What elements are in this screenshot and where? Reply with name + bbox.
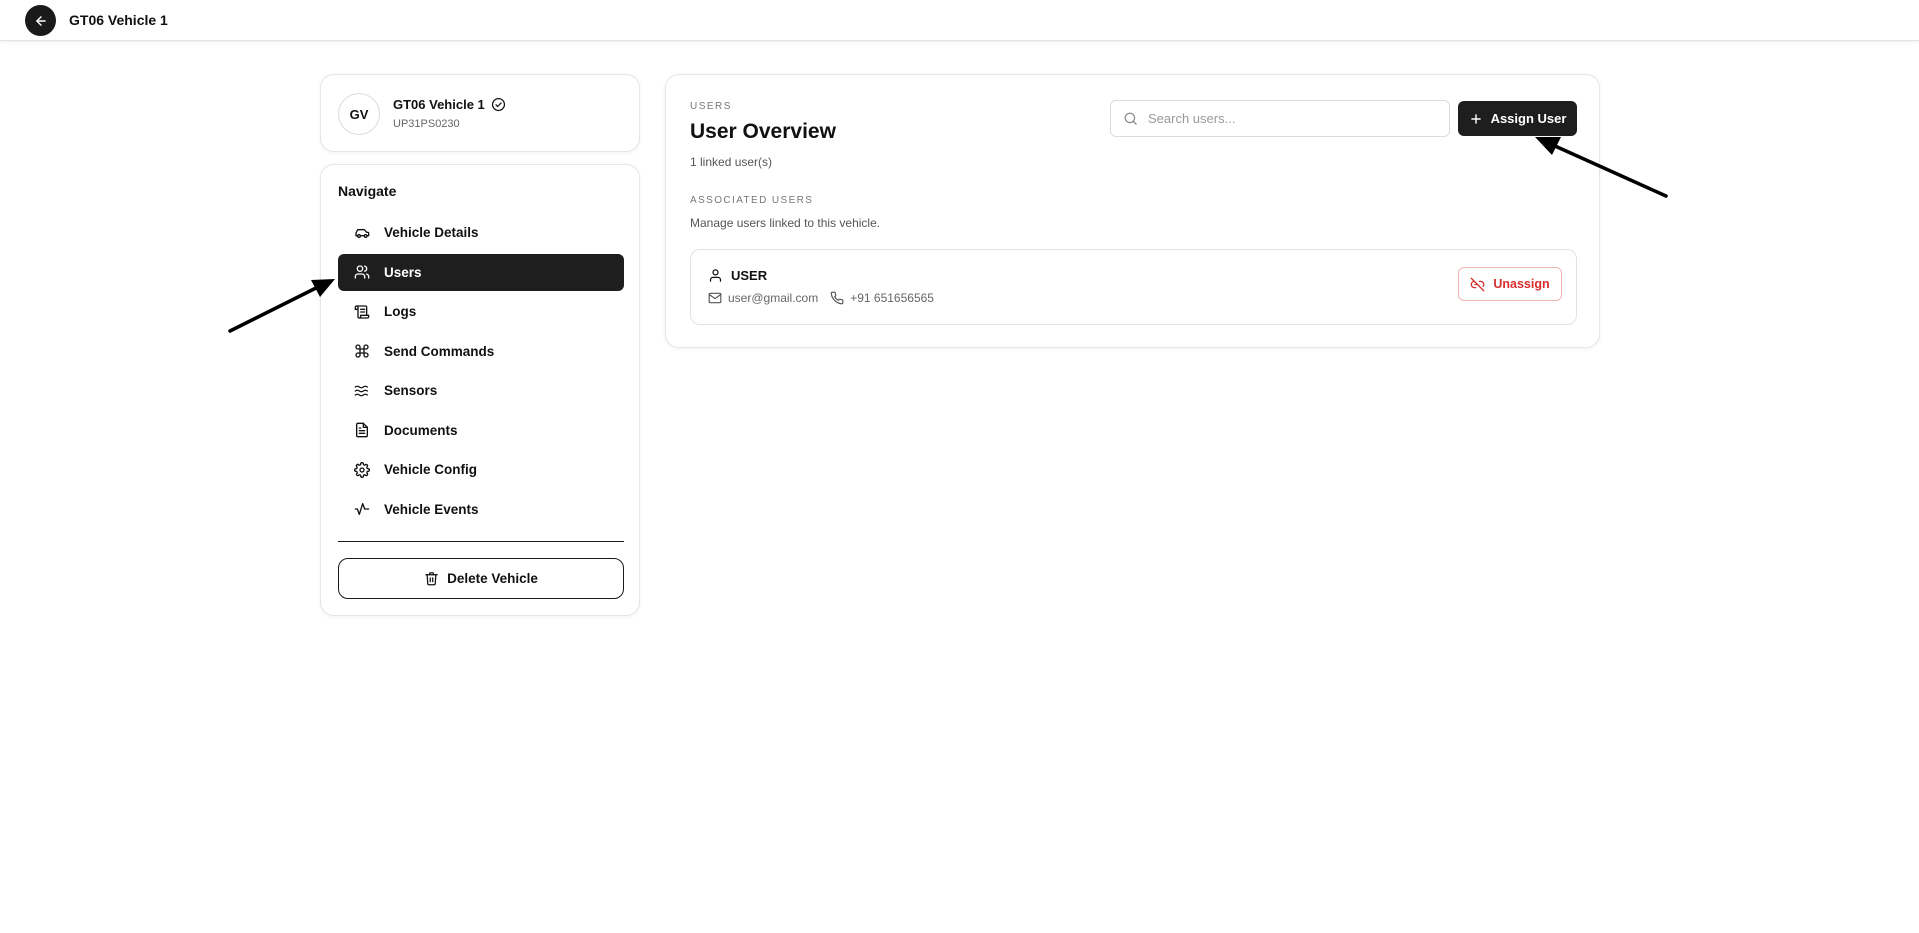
nav-item-label: Documents bbox=[384, 422, 458, 438]
user-phone-item: +91 651656565 bbox=[830, 291, 934, 305]
activity-icon bbox=[354, 503, 370, 515]
nav-item-sensors[interactable]: Sensors bbox=[338, 372, 624, 409]
user-overview-title: User Overview bbox=[690, 120, 836, 143]
plus-icon bbox=[1470, 113, 1481, 124]
delete-vehicle-label: Delete Vehicle bbox=[447, 571, 538, 586]
unlink-icon bbox=[1470, 277, 1485, 291]
waves-icon bbox=[354, 385, 368, 396]
trash-icon bbox=[425, 572, 438, 586]
nav-item-vehicle-details[interactable]: Vehicle Details bbox=[338, 214, 624, 251]
section-eyebrow: USERS bbox=[690, 101, 732, 112]
command-icon bbox=[355, 344, 369, 358]
linked-user-count: 1 linked user(s) bbox=[690, 155, 773, 169]
arrow-left-icon bbox=[35, 15, 46, 26]
delete-vehicle-button[interactable]: Delete Vehicle bbox=[338, 558, 624, 599]
check-circle-icon bbox=[491, 97, 505, 112]
assign-user-label: Assign User bbox=[1490, 111, 1567, 126]
search-users-input[interactable] bbox=[1148, 111, 1438, 126]
user-list-item: USER user@gmail.com +91 651656565 Unassi… bbox=[690, 249, 1577, 325]
nav-item-label: Vehicle Details bbox=[384, 225, 479, 240]
assign-user-button[interactable]: Assign User bbox=[1458, 101, 1577, 136]
unassign-user-button[interactable]: Unassign bbox=[1458, 267, 1562, 301]
vehicle-plate: UP31PS0230 bbox=[393, 118, 460, 130]
gear-icon bbox=[354, 461, 370, 478]
user-email: user@gmail.com bbox=[728, 291, 819, 305]
nav-item-label: Logs bbox=[384, 304, 417, 319]
user-phone: +91 651656565 bbox=[850, 291, 934, 305]
scroll-icon bbox=[354, 304, 370, 319]
search-icon bbox=[1124, 112, 1137, 125]
associated-users-description: Manage users linked to this vehicle. bbox=[690, 216, 881, 230]
user-name: USER bbox=[731, 268, 768, 283]
navigation-card: Navigate Vehicle Details Users Logs Send… bbox=[320, 164, 640, 616]
phone-icon bbox=[830, 291, 844, 305]
users-icon bbox=[354, 265, 370, 279]
nav-item-vehicle-events[interactable]: Vehicle Events bbox=[338, 491, 624, 528]
nav-item-label: Vehicle Events bbox=[384, 501, 479, 517]
nav-item-logs[interactable]: Logs bbox=[338, 293, 624, 330]
nav-heading: Navigate bbox=[338, 183, 397, 199]
user-contact-row: user@gmail.com +91 651656565 bbox=[708, 291, 934, 305]
user-overview-card: USERS User Overview 1 linked user(s) Ass… bbox=[665, 74, 1600, 348]
associated-users-label: ASSOCIATED USERS bbox=[690, 195, 814, 206]
nav-list: Vehicle Details Users Logs Send Commands… bbox=[338, 214, 624, 530]
nav-item-label: Sensors bbox=[384, 383, 438, 398]
nav-item-label: Users bbox=[384, 264, 422, 280]
vehicle-summary-card: GV GT06 Vehicle 1 UP31PS0230 bbox=[320, 74, 640, 152]
vehicle-name-row: GT06 Vehicle 1 bbox=[393, 97, 506, 112]
nav-item-users[interactable]: Users bbox=[338, 253, 624, 291]
vehicle-avatar: GV bbox=[338, 93, 380, 135]
nav-item-vehicle-config[interactable]: Vehicle Config bbox=[338, 451, 624, 488]
search-users-box bbox=[1110, 100, 1450, 137]
top-bar: GT06 Vehicle 1 bbox=[0, 0, 1919, 41]
user-email-item: user@gmail.com bbox=[708, 291, 818, 305]
mail-icon bbox=[708, 292, 722, 304]
nav-divider bbox=[338, 541, 624, 542]
file-text-icon bbox=[356, 422, 368, 438]
vehicle-name: GT06 Vehicle 1 bbox=[393, 97, 485, 112]
nav-item-documents[interactable]: Documents bbox=[338, 412, 624, 449]
nav-item-label: Send Commands bbox=[384, 343, 495, 359]
back-button[interactable] bbox=[25, 5, 56, 36]
unassign-label: Unassign bbox=[1493, 277, 1550, 291]
nav-item-label: Vehicle Config bbox=[384, 462, 478, 477]
nav-item-send-commands[interactable]: Send Commands bbox=[338, 333, 624, 370]
user-icon bbox=[709, 269, 722, 282]
car-icon bbox=[355, 228, 370, 238]
page-title: GT06 Vehicle 1 bbox=[69, 12, 168, 28]
user-name-row: USER bbox=[708, 268, 767, 283]
